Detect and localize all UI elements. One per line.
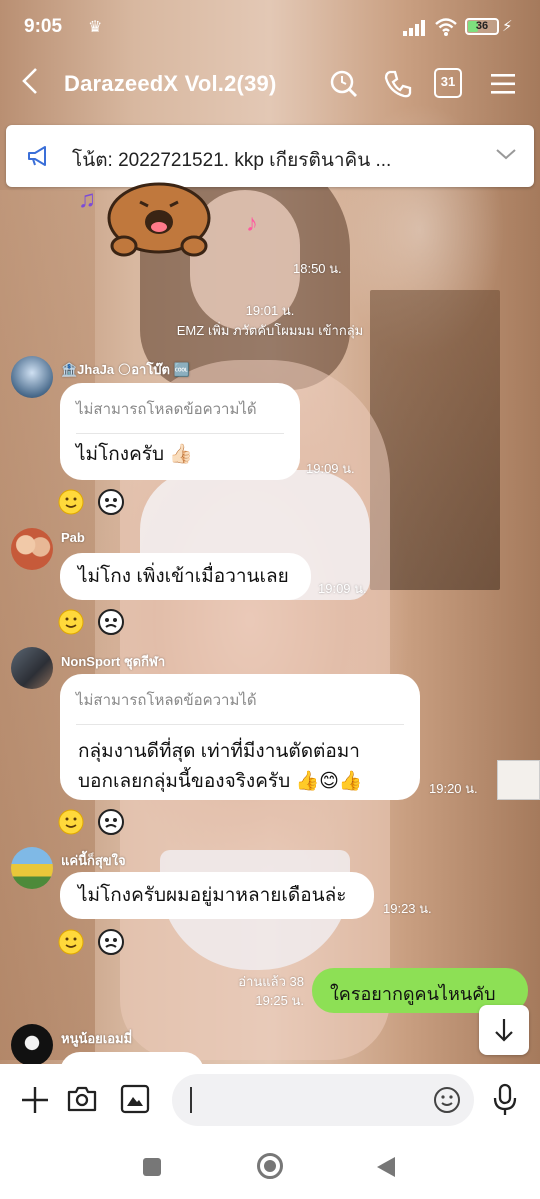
message-text: ไม่โกง เพิ่งเข้าเมื่อวานเลย [78, 566, 289, 587]
message-time: 19:23 น. [383, 901, 432, 916]
search-icon[interactable] [328, 68, 360, 100]
circle-icon[interactable] [257, 1153, 283, 1179]
message-text: ไม่โกงครับผมอยู่มาหลายเดือนล่ะ [78, 885, 347, 906]
music-note-icon: ♫ [78, 186, 96, 213]
sticker-image[interactable] [104, 180, 214, 260]
home-dot [264, 1160, 276, 1172]
system-navigation-bar [0, 1136, 540, 1199]
message-text: ไม่โกงครับ 👍🏻 [76, 444, 193, 465]
battery-level: 36 [475, 20, 489, 32]
message-text-line: กลุ่มงานดีที่สุด เท่าที่มีงานตัดต่อมา [78, 741, 360, 762]
emoji-icon[interactable] [433, 1086, 461, 1114]
message-bubble[interactable]: ไม่สามารถโหลดข้อความได้ กลุ่มงานดีที่สุด… [60, 674, 420, 800]
chat-title[interactable]: DarazeedX Vol.2(39) [64, 71, 276, 97]
message-time: 19:20 น. [429, 781, 478, 796]
text-caret [190, 1087, 192, 1113]
emoji-reaction-icon[interactable] [58, 809, 84, 835]
image-icon[interactable] [120, 1084, 150, 1114]
message-bubble[interactable]: ไม่โกงครับผมอยู่มาหลายเดือนล่ะ [60, 872, 374, 919]
triangle-back-icon[interactable] [376, 1156, 396, 1178]
message-bubble[interactable]: ไม่สามารถโหลดข้อความได้ ไม่โกงครับ 👍🏻 [60, 383, 300, 480]
avatar[interactable] [11, 1024, 53, 1066]
music-note-icon: ♪ [246, 210, 258, 237]
sender-name: หนูน้อยเอมมี่ [61, 1031, 133, 1046]
avatar[interactable] [11, 647, 53, 689]
arrow-down-icon [495, 1019, 513, 1042]
system-time: 19:01 น. [245, 303, 295, 318]
message-time: 19:09 น. [306, 461, 355, 476]
message-text-line: บอกเลยกลุ่มนี้ของจริงครับ 👍😊👍 [78, 771, 363, 792]
announcement-banner[interactable]: โน้ต: 2022721521. kkp เกียรตินาคิน ... [6, 125, 534, 187]
signal-icon [403, 20, 425, 36]
battery-indicator: 36 [465, 18, 499, 35]
charging-icon: ⚡ [502, 18, 513, 35]
sticker-reaction-icon[interactable] [98, 609, 124, 635]
plus-icon[interactable] [20, 1085, 50, 1115]
avatar[interactable] [11, 528, 53, 570]
message-time: 19:25 น. [255, 993, 304, 1008]
sender-name: NonSport ชุดกีฬา [61, 654, 166, 669]
background-wall-socket [497, 760, 540, 800]
message-bubble[interactable]: ไม่โกง เพิ่งเข้าเมื่อวานเลย [60, 553, 311, 600]
quoted-message[interactable]: ไม่สามารถโหลดข้อความได้ [76, 397, 284, 434]
back-button[interactable] [20, 66, 40, 102]
sender-name: แค่นี้ก็สุขใจ [61, 853, 126, 868]
sticker-reaction-icon[interactable] [98, 809, 124, 835]
system-message: EMZ เพิ่ม ภวัตคับโผมมม เข้ากลุ่ม [176, 323, 364, 338]
chevron-left-icon [22, 68, 37, 94]
calendar-icon[interactable]: 31 [434, 68, 462, 98]
chevron-down-icon[interactable] [495, 147, 517, 161]
camera-icon[interactable] [66, 1084, 98, 1114]
avatar[interactable] [11, 356, 53, 398]
sticker-reaction-icon[interactable] [98, 489, 124, 515]
emoji-reaction-icon[interactable] [58, 489, 84, 515]
message-input[interactable] [172, 1074, 474, 1126]
emoji-reaction-icon[interactable] [58, 609, 84, 635]
quoted-message[interactable]: ไม่สามารถโหลดข้อความได้ [76, 688, 404, 725]
status-bar: 9:05 ♛ 36 ⚡ [0, 0, 540, 50]
read-receipt: อ่านแล้ว 38 [238, 974, 304, 989]
mic-icon[interactable] [492, 1083, 518, 1117]
notification-app-icon: ♛ [88, 19, 103, 36]
message-meta: อ่านแล้ว 38 19:25 น. [238, 972, 304, 1010]
message-time: 19:09 น. [318, 581, 367, 596]
menu-icon[interactable] [488, 68, 520, 100]
wifi-icon [435, 18, 457, 36]
sticker-reaction-icon[interactable] [98, 929, 124, 955]
megaphone-icon [28, 146, 46, 166]
avatar[interactable] [11, 847, 53, 889]
message-input-bar [0, 1064, 540, 1136]
announcement-text: โน้ต: 2022721521. kkp เกียรตินาคิน ... [72, 150, 392, 171]
emoji-reaction-icon[interactable] [58, 929, 84, 955]
message-time: 18:50 น. [293, 261, 342, 276]
sender-name: Pab [61, 530, 85, 545]
square-icon[interactable] [143, 1158, 161, 1176]
sender-name: 🏦JhaJa 🌕อาโบ๊ต 🆒 [61, 362, 190, 377]
status-time: 9:05 [24, 16, 63, 37]
scroll-to-bottom-button[interactable] [479, 1005, 529, 1055]
chat-header: DarazeedX Vol.2(39) 31 [0, 50, 540, 120]
phone-icon[interactable] [382, 68, 414, 100]
